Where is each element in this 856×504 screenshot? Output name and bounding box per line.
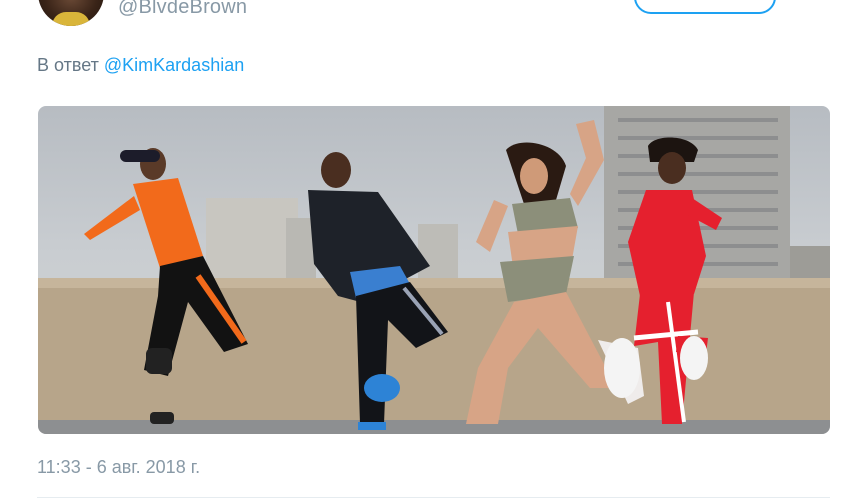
building-center — [418, 224, 458, 280]
reply-mention-link[interactable]: @KimKardashian — [104, 55, 244, 75]
wall-top — [38, 278, 830, 288]
tweet-media-photo[interactable] — [38, 106, 830, 434]
reply-prefix: В ответ — [37, 55, 104, 75]
building-left — [206, 198, 298, 280]
divider — [37, 497, 830, 498]
avatar[interactable] — [38, 0, 104, 26]
tweet-timestamp[interactable]: 11:33 - 6 авг. 2018 г. — [37, 457, 200, 478]
reply-context: В ответ @KimKardashian — [37, 55, 244, 76]
photo-illustration — [38, 106, 830, 434]
avatar-shirt — [52, 12, 90, 26]
user-handle[interactable]: @BlvdeBrown — [118, 0, 247, 19]
follow-button[interactable] — [634, 0, 776, 14]
